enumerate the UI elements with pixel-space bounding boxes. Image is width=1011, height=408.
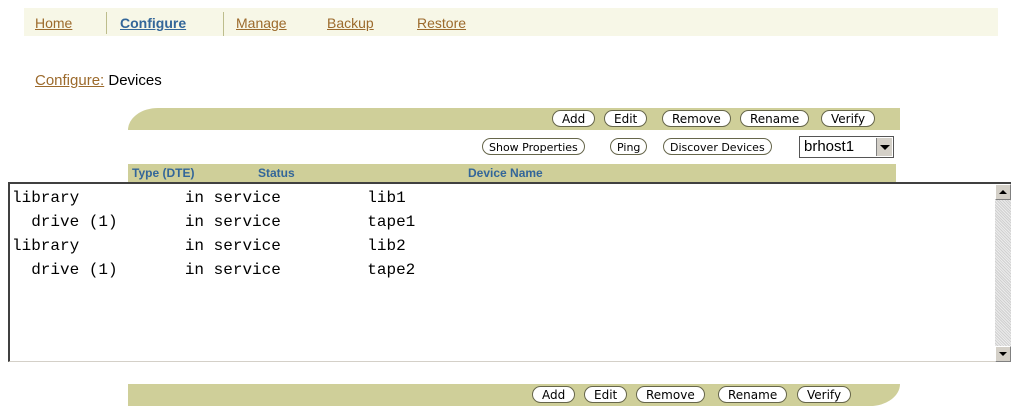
- tab-restore[interactable]: Restore: [417, 8, 466, 36]
- device-list-textarea[interactable]: library in service lib1 drive (1) in ser…: [8, 182, 1011, 362]
- edit-button[interactable]: Edit: [604, 110, 648, 127]
- column-header-device-name: Device Name: [468, 166, 543, 180]
- vertical-scrollbar[interactable]: [995, 184, 1011, 362]
- column-header-row: Type (DTE) Status Device Name: [128, 164, 896, 182]
- bottom-verify-button[interactable]: Verify: [797, 386, 852, 403]
- tab-divider: [223, 12, 224, 36]
- active-tab-indicator: [86, 34, 220, 36]
- breadcrumb-current: Devices: [104, 72, 162, 89]
- bottom-add-button[interactable]: Add: [532, 386, 576, 403]
- device-list-text: library in service lib1 drive (1) in ser…: [12, 189, 416, 279]
- tab-manage[interactable]: Manage: [236, 8, 287, 36]
- discover-devices-button[interactable]: Discover Devices: [663, 138, 772, 155]
- show-properties-button[interactable]: Show Properties: [482, 138, 585, 155]
- scroll-down-icon[interactable]: [995, 346, 1011, 362]
- tab-backup[interactable]: Backup: [327, 8, 374, 36]
- tab-home[interactable]: Home: [35, 8, 72, 36]
- bottom-edit-button[interactable]: Edit: [584, 386, 628, 403]
- verify-button[interactable]: Verify: [821, 110, 876, 127]
- scroll-up-icon[interactable]: [995, 184, 1011, 200]
- bottom-rename-button[interactable]: Rename: [718, 386, 788, 403]
- breadcrumb: Configure: Devices: [35, 72, 162, 89]
- chevron-down-icon[interactable]: [876, 138, 892, 156]
- host-select-value: brhost1: [804, 138, 855, 155]
- column-header-status: Status: [258, 166, 295, 180]
- tab-configure[interactable]: Configure: [120, 8, 186, 36]
- host-select[interactable]: brhost1: [799, 136, 894, 158]
- tab-divider: [106, 12, 107, 36]
- remove-button[interactable]: Remove: [662, 110, 731, 127]
- column-header-type: Type (DTE): [132, 166, 195, 180]
- ping-button[interactable]: Ping: [610, 138, 648, 155]
- bottom-remove-button[interactable]: Remove: [636, 386, 705, 403]
- breadcrumb-configure-link[interactable]: Configure:: [35, 72, 104, 89]
- rename-button[interactable]: Rename: [740, 110, 810, 127]
- add-button[interactable]: Add: [552, 110, 596, 127]
- tab-bar: Home Configure Manage Backup Restore: [24, 8, 998, 36]
